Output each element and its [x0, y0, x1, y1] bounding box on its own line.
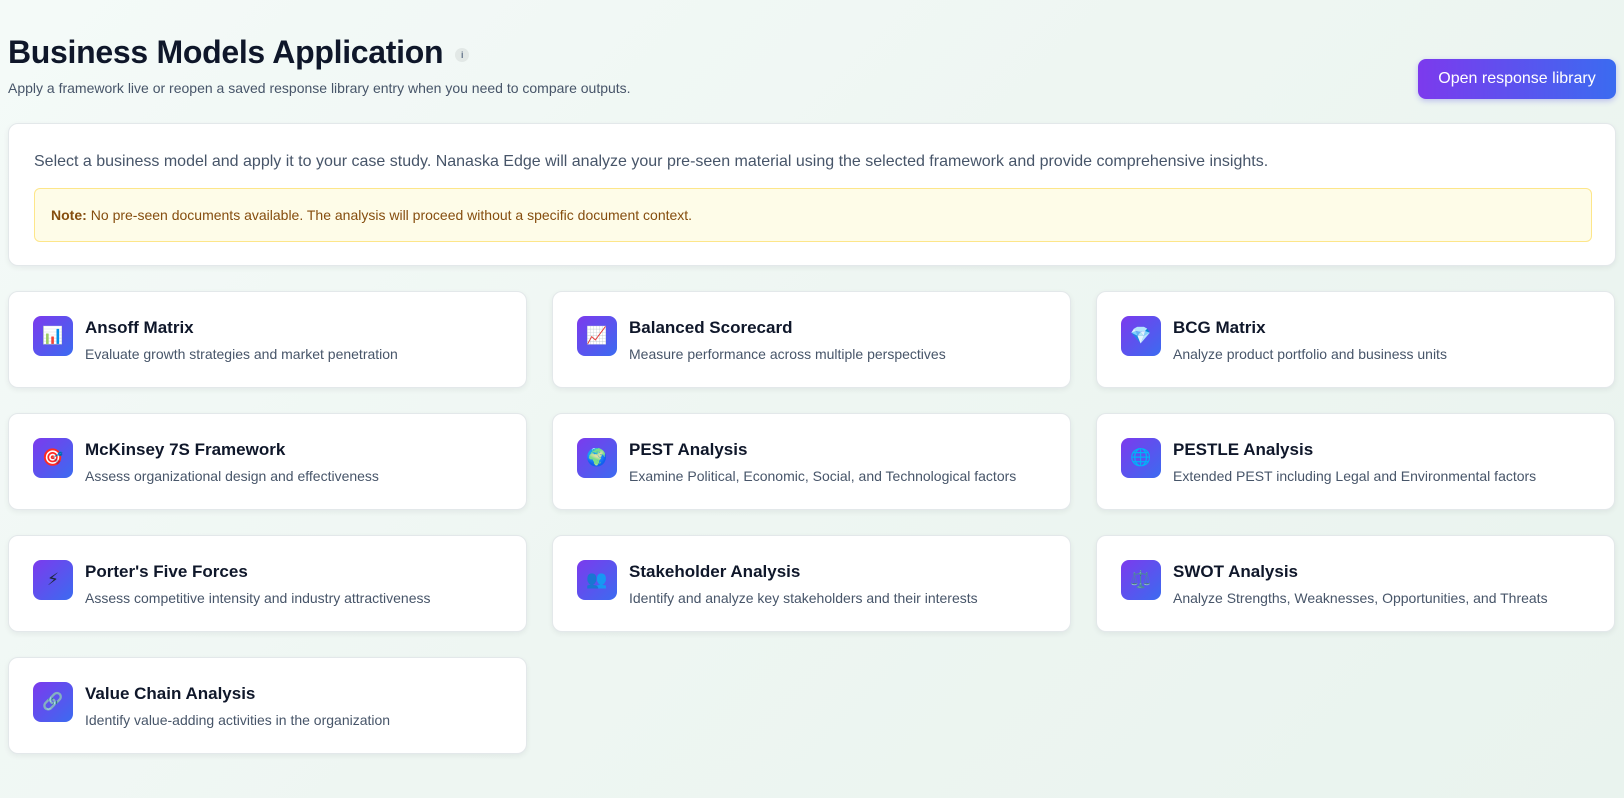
- model-description: Examine Political, Economic, Social, and…: [629, 467, 1017, 484]
- model-card-ansoff-matrix[interactable]: 📊 Ansoff Matrix Evaluate growth strategies…: [8, 291, 527, 388]
- scales-icon: ⚖️: [1121, 559, 1161, 600]
- people-icon: 👥: [577, 559, 617, 600]
- page-subtitle: Apply a framework live or reopen a saved…: [8, 80, 631, 96]
- web-globe-icon: 🌐: [1121, 437, 1161, 478]
- note-text: No pre-seen documents available. The ana…: [90, 207, 693, 223]
- model-text: Stakeholder Analysis Identify and analyze…: [629, 562, 978, 606]
- model-description: Assess competitive intensity and industr…: [85, 589, 431, 606]
- model-description: Evaluate growth strategies and market pe…: [85, 345, 398, 362]
- intro-card: Select a business model and apply it to …: [8, 123, 1616, 266]
- business-model-grid: 📊 Ansoff Matrix Evaluate growth strategies…: [8, 291, 1616, 754]
- model-text: PEST Analysis Examine Political, Economic…: [629, 440, 1016, 484]
- model-card-porter-s-five-forces[interactable]: ⚡ Porter's Five Forces Assess competitive …: [8, 535, 527, 632]
- model-name: McKinsey 7S Framework: [85, 439, 286, 459]
- model-description: Identify value-adding activities in the …: [85, 711, 391, 728]
- model-description: Analyze product portfolio and business u…: [1173, 345, 1447, 362]
- model-card-stakeholder-analysis[interactable]: 👥 Stakeholder Analysis Identify and analyz…: [552, 535, 1071, 632]
- lightning-icon: ⚡: [33, 559, 73, 600]
- target-icon: 🎯: [33, 437, 73, 478]
- model-card-pest-analysis[interactable]: 🌍 PEST Analysis Examine Political, Economi…: [552, 413, 1071, 510]
- model-card-bcg-matrix[interactable]: 💎 BCG Matrix Analyze product portfolio and…: [1096, 291, 1615, 388]
- model-description: Extended PEST including Legal and Enviro…: [1173, 467, 1537, 484]
- model-name: SWOT Analysis: [1173, 561, 1299, 581]
- model-card-swot-analysis[interactable]: ⚖️ SWOT Analysis Analyze Strengths, Weakne…: [1096, 535, 1615, 632]
- model-card-pestle-analysis[interactable]: 🌐 PESTLE Analysis Extended PEST including …: [1096, 413, 1615, 510]
- note-box: Note: No pre-seen documents available. T…: [34, 188, 1592, 242]
- model-name: PEST Analysis: [629, 439, 748, 459]
- model-name: Ansoff Matrix: [85, 317, 194, 337]
- model-text: PESTLE Analysis Extended PEST including L…: [1173, 440, 1536, 484]
- model-card-balanced-scorecard[interactable]: 📈 Balanced Scorecard Measure performance a…: [552, 291, 1071, 388]
- model-text: Value Chain Analysis Identify value-addin…: [85, 684, 390, 728]
- bar-chart-icon: 📊: [33, 315, 73, 356]
- model-text: BCG Matrix Analyze product portfolio and …: [1173, 318, 1447, 362]
- model-name: PESTLE Analysis: [1173, 439, 1314, 459]
- link-icon: 🔗: [33, 681, 73, 722]
- globe-icon: 🌍: [577, 437, 617, 478]
- model-name: BCG Matrix: [1173, 317, 1266, 337]
- model-text: Porter's Five Forces Assess competitive i…: [85, 562, 431, 606]
- model-text: McKinsey 7S Framework Assess organization…: [85, 440, 379, 484]
- model-card-value-chain-analysis[interactable]: 🔗 Value Chain Analysis Identify value-addi…: [8, 657, 527, 754]
- page-title: Business Models Application: [8, 34, 444, 70]
- model-text: Ansoff Matrix Evaluate growth strategies …: [85, 318, 398, 362]
- model-name: Porter's Five Forces: [85, 561, 248, 581]
- model-description: Analyze Strengths, Weaknesses, Opportuni…: [1173, 589, 1548, 606]
- note-label: Note:: [51, 207, 87, 223]
- model-description: Assess organizational design and effecti…: [85, 467, 379, 484]
- info-icon[interactable]: i: [455, 47, 470, 62]
- model-text: Balanced Scorecard Measure performance ac…: [629, 318, 946, 362]
- intro-text: Select a business model and apply it to …: [34, 153, 1269, 170]
- model-description: Measure performance across multiple pers…: [629, 345, 946, 362]
- model-description: Identify and analyze key stakeholders an…: [629, 589, 978, 606]
- page-header: Business Models Application i Apply a fr…: [8, 0, 1616, 116]
- model-card-mckinsey-7s-framework[interactable]: 🎯 McKinsey 7S Framework Assess organizatio…: [8, 413, 527, 510]
- model-name: Stakeholder Analysis: [629, 561, 801, 581]
- trend-chart-icon: 📈: [577, 315, 617, 356]
- page: Business Models Application i Apply a fr…: [8, 0, 1616, 754]
- gem-icon: 💎: [1121, 315, 1161, 356]
- open-response-library-button[interactable]: Open response library: [1418, 59, 1616, 99]
- model-name: Value Chain Analysis: [85, 683, 256, 703]
- title-row: Business Models Application i: [8, 34, 470, 71]
- model-text: SWOT Analysis Analyze Strengths, Weakness…: [1173, 562, 1548, 606]
- model-name: Balanced Scorecard: [629, 317, 793, 337]
